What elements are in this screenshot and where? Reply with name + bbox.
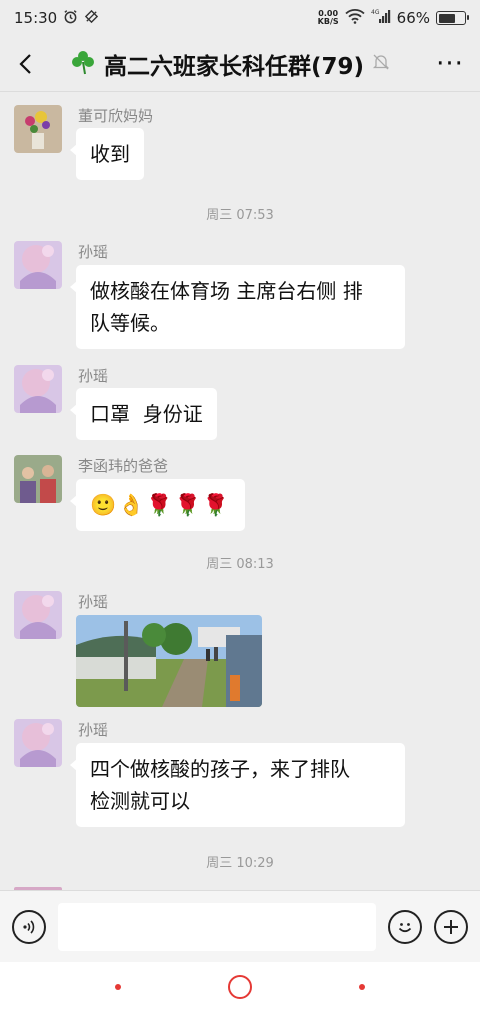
nav-back-button[interactable] xyxy=(115,984,121,990)
message-line: 做核酸在体育场 主席台右侧 排 xyxy=(90,279,363,303)
more-options-button[interactable]: ··· xyxy=(420,36,480,92)
timestamp: 周三 10:29 xyxy=(206,856,274,871)
nav-recents-button[interactable] xyxy=(359,984,365,990)
sender-name: 孙瑶 xyxy=(78,243,109,261)
message-line: 四个做核酸的孩子，来了排队 xyxy=(90,757,350,781)
chat-message-list: 董可欣妈妈 收到 周三 07:53 孙瑶 做核酸在体育场 主席台右侧 排 队等候… xyxy=(0,93,480,890)
message-bubble[interactable]: 收到 xyxy=(70,128,144,180)
status-time: 15:30 xyxy=(14,9,58,27)
chat-header: 高二六班家长科任群(79) ··· xyxy=(0,36,480,92)
wifi-icon xyxy=(345,8,365,28)
emoji-button[interactable] xyxy=(388,909,422,944)
message-item: 孙瑶 四个做核酸的孩子，来了排队 检测就可以 xyxy=(14,719,454,831)
message-bubble[interactable]: 🙂👌🌹🌹🌹 xyxy=(70,479,245,531)
more-functions-button[interactable] xyxy=(434,909,468,944)
back-arrow-icon xyxy=(19,53,31,74)
voice-icon xyxy=(23,919,35,934)
timestamp: 周三 08:13 xyxy=(206,557,274,572)
shamrock-icon xyxy=(70,49,96,79)
avatar[interactable] xyxy=(14,365,62,413)
sender-name: 孙瑶 xyxy=(78,367,109,385)
system-nav-bar xyxy=(0,962,480,1013)
message-item: 孙瑶 做核酸在体育场 主席台右侧 排 队等候。 xyxy=(14,241,454,353)
avatar[interactable] xyxy=(14,719,62,767)
message-input[interactable] xyxy=(58,902,376,951)
svg-text:4G: 4G xyxy=(371,9,380,16)
message-image[interactable] xyxy=(76,615,262,707)
message-line: 检测就可以 xyxy=(90,789,190,813)
message-item: 孙瑶 xyxy=(14,591,454,707)
status-bar: 15:30 0.00 KB/S 4G 66% xyxy=(0,0,480,36)
alarm-icon xyxy=(63,9,78,28)
sender-name: 董可欣妈妈 xyxy=(78,107,154,125)
rose-emoji: 🌹 xyxy=(174,493,203,517)
input-bar xyxy=(0,890,480,962)
battery-icon xyxy=(436,11,469,25)
nav-home-button[interactable] xyxy=(228,975,252,999)
avatar[interactable] xyxy=(14,455,62,503)
no-disturb-icon xyxy=(84,9,99,28)
avatar[interactable] xyxy=(14,241,62,289)
battery-percent: 66% xyxy=(396,9,430,27)
sender-name: 李函玮的爸爸 xyxy=(78,457,169,475)
signal-4g-icon: 4G xyxy=(371,8,391,28)
message-line: 队等候。 xyxy=(90,311,170,335)
smile-emoji: 🙂 xyxy=(90,493,119,517)
message-item: 李函玮的爸爸 🙂👌🌹🌹🌹 xyxy=(14,455,454,535)
avatar[interactable] xyxy=(14,591,62,639)
sender-name: 孙瑶 xyxy=(78,593,109,611)
message-bubble[interactable]: 四个做核酸的孩子，来了排队 检测就可以 xyxy=(70,743,405,827)
message-item: 孙瑶 口罩 身份证 xyxy=(14,365,454,445)
sender-name: 孙瑶 xyxy=(78,721,109,739)
ok-hand-emoji: 👌 xyxy=(118,493,147,517)
timestamp: 周三 07:53 xyxy=(206,208,274,223)
bell-off-icon xyxy=(372,53,390,75)
back-button[interactable] xyxy=(0,36,50,92)
plus-icon xyxy=(444,919,458,934)
avatar[interactable] xyxy=(14,105,62,153)
message-bubble[interactable]: 口罩 身份证 xyxy=(70,388,217,440)
battery-level xyxy=(438,13,455,23)
rose-emoji: 🌹 xyxy=(202,493,231,517)
net-speed: 0.00 KB/S xyxy=(317,9,339,26)
emoji-face-icon xyxy=(398,922,412,932)
message-item: 董可欣妈妈 收到 xyxy=(14,105,454,185)
message-bubble[interactable]: 做核酸在体育场 主席台右侧 排 队等候。 xyxy=(70,265,405,349)
voice-button[interactable] xyxy=(12,909,46,944)
chat-title: 高二六班家长科任群(79) xyxy=(104,53,365,80)
rose-emoji: 🌹 xyxy=(146,493,175,517)
